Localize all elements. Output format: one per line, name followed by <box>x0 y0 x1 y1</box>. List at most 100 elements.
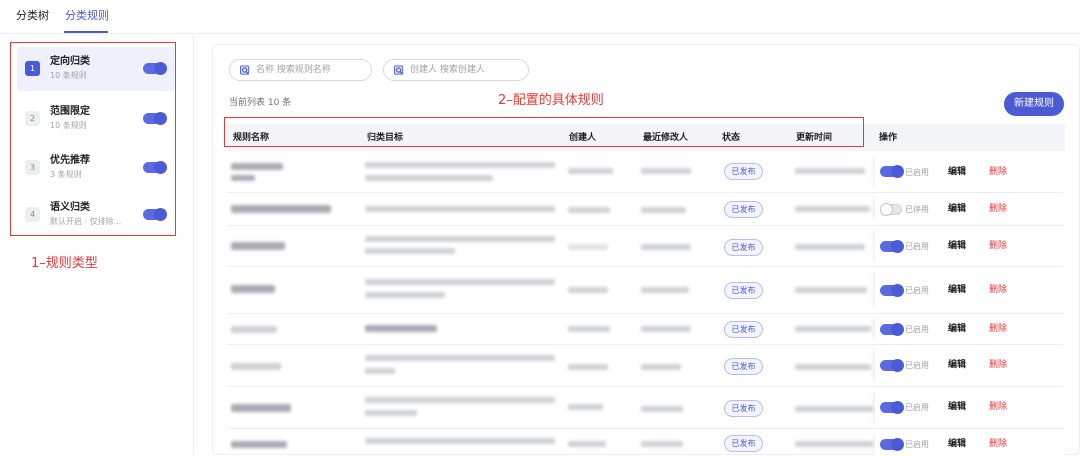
toggle-knob <box>891 438 904 451</box>
rule-type-toggle[interactable] <box>143 161 167 174</box>
edit-button[interactable]: 编辑 <box>948 166 966 178</box>
enable-state: 已启用 <box>905 403 929 412</box>
blurred-updated-time <box>795 168 865 174</box>
enable-state: 已启用 <box>905 286 929 295</box>
blurred-modifier <box>641 244 691 250</box>
blurred-rule-name <box>231 205 331 213</box>
rule-type-item-scope[interactable]: 2 范围限定 10 条规则 <box>17 97 175 141</box>
column-updated-time: 更新时间 <box>796 133 833 143</box>
blurred-rule-name <box>231 175 255 181</box>
blurred-creator <box>568 441 606 447</box>
rule-type-item-priority[interactable]: 3 优先推荐 3 条规则 <box>17 146 175 190</box>
blurred-creator <box>568 207 610 213</box>
blurred-target <box>365 368 395 374</box>
rule-type-number: 1 <box>25 61 40 76</box>
creator-search-placeholder: 创建人 搜索创建人 <box>410 65 485 75</box>
edit-button[interactable]: 编辑 <box>948 323 966 335</box>
top-nav: 分类树 分类规则 <box>0 0 1080 34</box>
table-row: 已发布 已停用 编辑 删除 <box>227 193 1065 226</box>
toggle-knob <box>891 323 904 336</box>
rule-type-count: 10 条规则 <box>50 121 87 130</box>
column-last-modifier: 最近修改人 <box>643 133 689 143</box>
enable-state: 已启用 <box>905 361 929 370</box>
status-badge: 已发布 <box>724 358 763 375</box>
rule-type-name: 定向归类 <box>50 56 90 67</box>
toggle-knob <box>891 165 904 178</box>
toggle-knob <box>880 203 893 216</box>
delete-button[interactable]: 删除 <box>989 284 1007 296</box>
toggle-knob <box>891 401 904 414</box>
rule-type-name: 优先推荐 <box>50 155 90 166</box>
blurred-updated-time <box>795 326 871 332</box>
new-rule-button[interactable]: 新建规则 <box>1004 92 1064 116</box>
blurred-creator <box>568 404 603 410</box>
blurred-modifier <box>641 441 683 447</box>
rule-enable-toggle[interactable] <box>880 284 904 297</box>
rule-type-toggle[interactable] <box>143 112 167 125</box>
delete-button[interactable]: 删除 <box>989 323 1007 335</box>
blurred-rule-name <box>231 163 283 170</box>
tab-category-rules[interactable]: 分类规则 <box>65 9 109 23</box>
delete-button[interactable]: 删除 <box>989 203 1007 215</box>
rule-enable-toggle[interactable] <box>880 165 904 178</box>
blurred-rule-name <box>231 326 277 333</box>
delete-button[interactable]: 删除 <box>989 438 1007 450</box>
blurred-target <box>365 236 555 242</box>
blurred-target <box>365 397 555 403</box>
blurred-target <box>365 325 437 332</box>
blurred-updated-time <box>795 441 873 447</box>
table-header: 规则名称 归类目标 创建人 最近修改人 状态 更新时间 操作 <box>227 124 1065 151</box>
blurred-modifier <box>641 326 691 332</box>
rule-type-toggle[interactable] <box>143 208 167 221</box>
blurred-modifier <box>641 168 691 174</box>
blurred-target <box>365 410 417 416</box>
annotation-label-rules: 2–配置的具体规则 <box>498 93 604 108</box>
enable-state: 已启用 <box>905 168 929 177</box>
edit-button[interactable]: 编辑 <box>948 438 966 450</box>
rule-enable-toggle[interactable] <box>880 359 904 372</box>
rule-type-name: 语义归类 <box>50 202 90 213</box>
rule-type-count: 默认开启 · 仅排除... <box>50 217 122 226</box>
blurred-target <box>365 292 445 298</box>
rule-type-number: 2 <box>25 111 40 126</box>
status-badge: 已发布 <box>724 321 763 338</box>
enable-state: 已启用 <box>905 325 929 334</box>
toggle-knob <box>891 284 904 297</box>
column-status: 状态 <box>722 133 741 143</box>
rule-enable-toggle[interactable] <box>880 240 904 253</box>
edit-button[interactable]: 编辑 <box>948 203 966 215</box>
creator-search-input[interactable]: 创建人 搜索创建人 <box>383 59 529 81</box>
rule-type-item-semantic[interactable]: 4 语义归类 默认开启 · 仅排除... <box>17 193 175 237</box>
rule-type-toggle[interactable] <box>143 62 167 75</box>
blurred-rule-name <box>231 363 281 370</box>
delete-button[interactable]: 删除 <box>989 359 1007 371</box>
edit-button[interactable]: 编辑 <box>948 284 966 296</box>
delete-button[interactable]: 删除 <box>989 401 1007 413</box>
table-row: 已发布 已启用 编辑 删除 <box>227 151 1065 193</box>
delete-button[interactable]: 删除 <box>989 166 1007 178</box>
blurred-rule-name <box>231 404 291 412</box>
tab-category-tree[interactable]: 分类树 <box>16 9 49 23</box>
blurred-target <box>365 248 455 254</box>
status-badge: 已发布 <box>724 163 763 180</box>
toggle-knob <box>891 240 904 253</box>
rule-enable-toggle[interactable] <box>880 438 904 451</box>
delete-button[interactable]: 删除 <box>989 240 1007 252</box>
column-rule-name: 规则名称 <box>233 133 270 143</box>
rule-type-item-directed[interactable]: 1 定向归类 10 条规则 <box>17 47 175 91</box>
annotation-label-rule-types: 1–规则类型 <box>31 256 98 271</box>
rule-enable-toggle[interactable] <box>880 401 904 414</box>
edit-button[interactable]: 编辑 <box>948 401 966 413</box>
name-search-input[interactable]: 名称 搜索规则名称 <box>229 59 372 81</box>
column-actions: 操作 <box>879 133 898 143</box>
toggle-knob <box>154 62 167 75</box>
rule-enable-toggle[interactable] <box>880 203 902 216</box>
rule-enable-toggle[interactable] <box>880 323 904 336</box>
table-row: 已发布 已启用 编辑 删除 <box>227 345 1065 387</box>
edit-button[interactable]: 编辑 <box>948 359 966 371</box>
edit-button[interactable]: 编辑 <box>948 240 966 252</box>
blurred-creator <box>568 326 610 332</box>
enable-state: 已停用 <box>905 205 929 214</box>
blurred-target <box>365 438 555 444</box>
enable-state: 已启用 <box>905 440 929 449</box>
